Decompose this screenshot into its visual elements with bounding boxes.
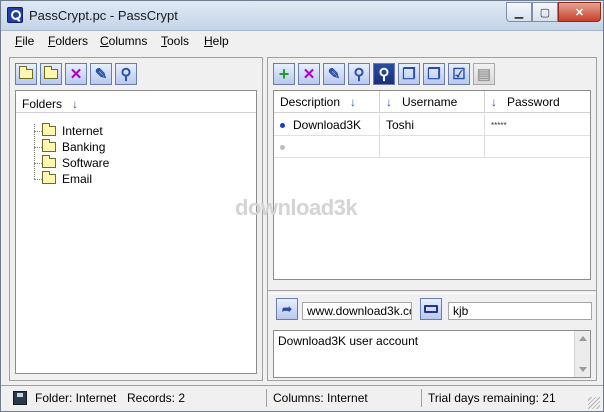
record-bullet-icon (280, 144, 285, 150)
edit-record-button[interactable]: ✎ (323, 63, 345, 85)
rename-folder-button[interactable]: ✎ (90, 63, 112, 85)
scroll-up-icon[interactable] (579, 336, 587, 341)
new-folder-button[interactable] (15, 63, 37, 85)
column-header-description[interactable]: Description ↓ (274, 91, 380, 113)
column-header-username[interactable]: ↓ Username (380, 91, 485, 113)
folders-panel: ✕ ✎ ⚲ Folders ↓ Internet Banking Softwar… (9, 57, 263, 381)
copy-icon: ❐ (402, 66, 416, 83)
open-url-button[interactable]: ➦ (276, 298, 298, 320)
copy-username-button[interactable]: ❐ (398, 63, 420, 85)
record-properties-button[interactable]: ▤ (473, 63, 495, 85)
folder-item-internet[interactable]: Internet (42, 123, 103, 139)
folder-tree: Folders ↓ Internet Banking Software Emai… (15, 90, 257, 374)
arrow-right-icon: ➦ (281, 302, 293, 316)
maximize-button[interactable]: ▢ (532, 2, 558, 22)
resize-grip-icon[interactable] (588, 397, 600, 409)
cell-password[interactable] (485, 136, 590, 158)
magnifier-icon: ⚲ (378, 66, 390, 83)
column-header-password[interactable]: ↓ Password (485, 91, 590, 113)
menu-folders[interactable]: Folders (48, 34, 88, 48)
status-records: Records: 2 (127, 391, 186, 405)
notes-scrollbar[interactable] (574, 331, 590, 377)
copy-icon: ❐ (427, 66, 441, 83)
copy-password-button[interactable]: ❐ (423, 63, 445, 85)
folder-icon (42, 139, 56, 152)
username-field[interactable]: kjb (448, 302, 592, 320)
sort-arrow-icon: ↓ (386, 95, 392, 109)
table-row[interactable]: Download3K Toshi ***** (274, 114, 590, 136)
folder-item-banking[interactable]: Banking (42, 139, 105, 155)
scroll-down-icon[interactable] (579, 367, 587, 372)
tree-connector (34, 131, 42, 132)
tree-connector (34, 124, 35, 179)
records-table-header: Description ↓ ↓ Username ↓ Password (274, 91, 590, 113)
folder-icon (42, 123, 56, 136)
folder-icon (42, 171, 56, 184)
notes-field[interactable]: Download3K user account (273, 330, 591, 378)
cell-username[interactable]: Toshi (380, 114, 485, 136)
tree-connector (34, 163, 42, 164)
find-next-button[interactable]: ⚲ (373, 63, 395, 85)
pencil-icon: ✎ (327, 66, 341, 83)
menu-columns[interactable]: Columns (100, 34, 147, 48)
table-row-new[interactable] (274, 136, 590, 158)
delete-x-icon: ✕ (302, 66, 316, 83)
status-bar: Folder: Internet Records: 2 Columns: Int… (1, 385, 603, 411)
folder-item-software[interactable]: Software (42, 155, 109, 171)
status-columns: Columns: Internet (273, 391, 368, 405)
search-icon: ⚲ (120, 66, 132, 83)
status-folder: Folder: Internet (35, 391, 117, 405)
menu-bar: File Folders Columns Tools Help (1, 31, 603, 51)
search-icon: ⚲ (353, 66, 365, 83)
tree-connector (34, 147, 42, 148)
delete-folder-button[interactable]: ✕ (65, 63, 87, 85)
menu-file[interactable]: File (15, 34, 34, 48)
minimize-button[interactable]: ▁ (506, 2, 532, 22)
sort-arrow-icon: ↓ (72, 97, 79, 111)
delete-record-button[interactable]: ✕ (298, 63, 320, 85)
cell-description[interactable]: Download3K (274, 114, 380, 136)
passcrypt-app-icon (7, 7, 23, 23)
menu-tools[interactable]: Tools (161, 34, 189, 48)
find-record-button[interactable]: ⚲ (348, 63, 370, 85)
record-bullet-icon (280, 122, 285, 128)
notes-text: Download3K user account (278, 334, 419, 348)
pencil-icon: ✎ (94, 66, 108, 83)
sort-arrow-icon: ↓ (350, 95, 357, 109)
document-icon: ▤ (476, 66, 492, 83)
cell-password[interactable]: ***** (485, 114, 590, 136)
cell-username[interactable] (380, 136, 485, 158)
id-card-icon (424, 305, 438, 313)
status-trial: Trial days remaining: 21 (428, 391, 556, 405)
menu-help[interactable]: Help (204, 34, 229, 48)
delete-x-icon: ✕ (69, 66, 83, 83)
plus-icon: + (278, 63, 290, 84)
save-disk-icon (13, 391, 27, 405)
find-folder-button[interactable]: ⚲ (115, 63, 137, 85)
app-window: PassCrypt.pc - PassCrypt ▁ ▢ ✕ File Fold… (0, 0, 604, 412)
folders-header-label: Folders (22, 97, 63, 111)
new-folder-icon (19, 66, 33, 79)
add-record-button[interactable]: + (273, 63, 295, 85)
copy-folder-button[interactable] (40, 63, 62, 85)
close-button[interactable]: ✕ (558, 2, 601, 22)
login-button[interactable] (420, 298, 442, 320)
cell-description[interactable] (274, 136, 380, 158)
folder-copy-icon (44, 66, 58, 79)
pane-splitter[interactable] (268, 290, 596, 294)
records-table: Description ↓ ↓ Username ↓ Password Down… (273, 90, 591, 280)
status-separator (421, 389, 422, 407)
notepad-icon: ☑ (452, 66, 466, 83)
title-bar: PassCrypt.pc - PassCrypt ▁ ▢ ✕ (1, 1, 603, 31)
folders-column-header[interactable]: Folders ↓ (16, 91, 256, 113)
tree-connector (34, 179, 42, 180)
edit-notes-button[interactable]: ☑ (448, 63, 470, 85)
sort-arrow-icon: ↓ (491, 95, 497, 109)
folder-icon (42, 155, 56, 168)
folder-item-email[interactable]: Email (42, 171, 92, 187)
window-title: PassCrypt.pc - PassCrypt (29, 8, 178, 23)
watermark-logo: download3k (235, 195, 358, 220)
status-separator (266, 389, 267, 407)
url-field[interactable]: www.download3k.com (302, 302, 412, 320)
